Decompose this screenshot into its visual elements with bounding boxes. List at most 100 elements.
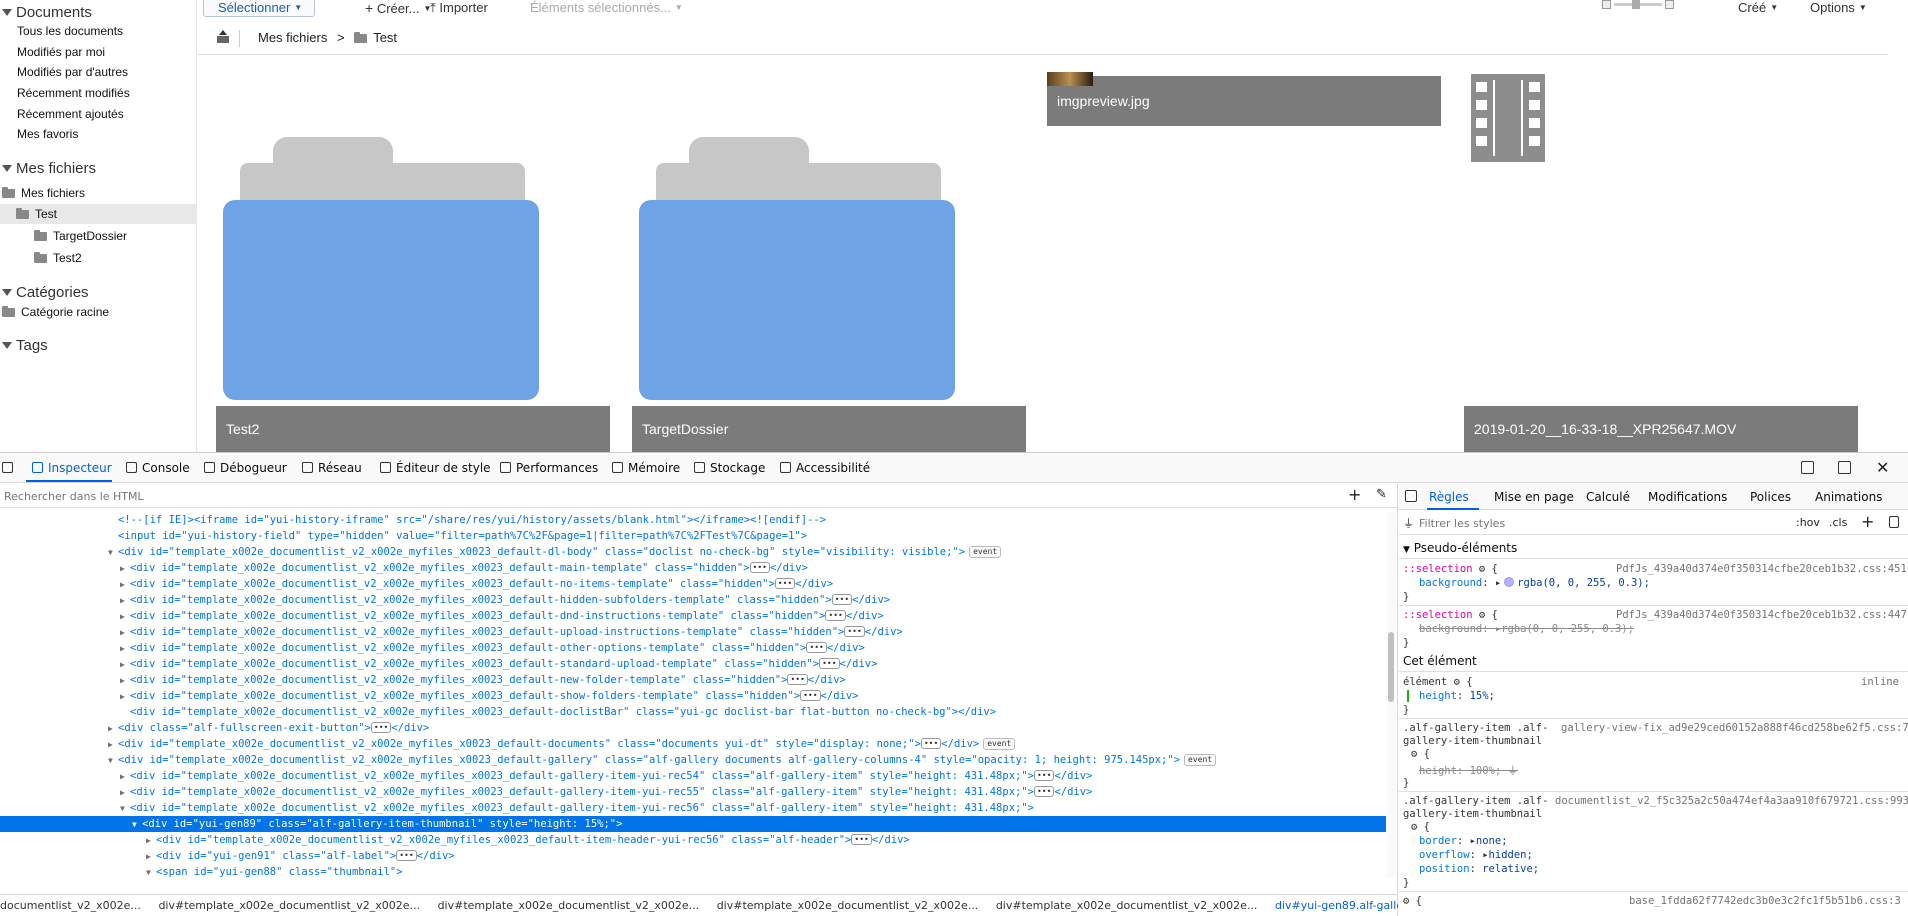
collapse-arrow-icon[interactable]: ▶ (146, 849, 156, 865)
rule-source-link[interactable]: PdfJs_439a40d374e0f350314cfbe20ceb1b32.c… (1616, 609, 1907, 621)
tab-console[interactable]: Console (126, 461, 190, 475)
markup-node[interactable]: ▶ <div id="template_x002e_documentlist_v2… (0, 688, 1386, 704)
collapsed-children-icon[interactable]: ••• (1033, 786, 1055, 797)
gear-icon[interactable]: ⚙ (1479, 563, 1485, 575)
zoom-slider[interactable] (1602, 0, 1674, 10)
collapsed-children-icon[interactable]: ••• (844, 626, 865, 637)
collapsed-children-icon[interactable]: ••• (1033, 770, 1055, 781)
tab-accessibility[interactable]: Accessibilité (780, 461, 870, 475)
options-dropdown[interactable]: Options ▼ (1810, 0, 1867, 15)
collapsed-children-icon[interactable]: ••• (819, 658, 840, 669)
collapse-arrow-icon[interactable]: ▶ (120, 609, 130, 625)
collapse-arrow-icon[interactable]: ▶ (108, 721, 118, 737)
parent-folder-icon[interactable] (216, 30, 230, 44)
tab-network[interactable]: Réseau (302, 461, 362, 475)
collapsed-children-icon[interactable]: ••• (806, 642, 827, 653)
collapse-arrow-icon[interactable]: ▶ (120, 577, 130, 593)
pseudo-elements-header[interactable]: ▼ Pseudo-éléments (1403, 541, 1517, 555)
event-badge[interactable]: event (983, 738, 1016, 750)
slider-thumb[interactable] (1632, 0, 1640, 9)
collapsed-children-icon[interactable]: ••• (396, 850, 417, 861)
tab-memory[interactable]: Mémoire (612, 461, 680, 475)
tab-performance[interactable]: Performances (500, 461, 598, 475)
filter-recently-modified[interactable]: Récemment modifiés (17, 86, 130, 100)
rule-source-link[interactable]: base_1fdda62f7742edc3b0e3c2fc1f5b51b6.cs… (1629, 895, 1901, 907)
collapse-arrow-icon[interactable]: ▶ (120, 641, 130, 657)
collapse-arrow-icon[interactable]: ▶ (146, 833, 156, 849)
crumb-node-current[interactable]: div#yui-gen89.alf-gallery-item-thumbnail (1275, 899, 1398, 912)
section-categories[interactable]: Catégories (2, 284, 89, 301)
item-label[interactable]: imgpreview.jpg (1047, 76, 1441, 126)
crumb-node[interactable]: div#template_x002e_documentlist_v2_x002e… (996, 899, 1258, 912)
declaration-background[interactable]: background: ▸ rgba(0, 0, 255, 0.3); (1419, 577, 1650, 589)
filter-recently-added[interactable]: Récemment ajoutés (17, 107, 124, 121)
sidebar-toggle-icon[interactable] (1405, 490, 1417, 502)
html-tree[interactable]: <!--[if IE]><iframe id="yui-history-ifra… (0, 512, 1386, 878)
section-my-files[interactable]: Mes fichiers (2, 160, 96, 177)
collapse-arrow-icon[interactable]: ▶ (108, 737, 118, 753)
tab-computed[interactable]: Calculé (1586, 490, 1630, 504)
tab-storage[interactable]: Stockage (694, 461, 765, 475)
tab-rules[interactable]: Règles (1429, 490, 1469, 504)
collapsed-children-icon[interactable]: ••• (920, 738, 942, 749)
collapse-arrow-icon[interactable]: ▶ (120, 769, 130, 785)
tab-changes[interactable]: Modifications (1648, 490, 1727, 504)
tab-style-editor[interactable]: Éditeur de style (380, 461, 491, 475)
filter-styles-input[interactable] (1417, 514, 1717, 532)
tree-item-targetdossier[interactable]: TargetDossier (34, 229, 127, 243)
gear-icon[interactable]: ⚙ (1411, 821, 1417, 833)
crumb-node[interactable]: div#template_x002e_documentlist_v2_x002e… (158, 899, 420, 912)
create-button[interactable]: + Créer... ▼ (365, 0, 431, 16)
item-label[interactable]: TargetDossier (632, 406, 1026, 452)
gear-icon[interactable]: ⚙ (1403, 895, 1409, 907)
hov-toggle[interactable]: :hov (1796, 516, 1820, 529)
markup-node[interactable]: ▶ <div id="template_x002e_documentlist_v2… (0, 608, 1386, 624)
pick-element-icon[interactable] (2, 462, 13, 473)
markup-node[interactable]: ▶ <div id="template_x002e_documentlist_v2… (0, 768, 1386, 784)
markup-node[interactable]: <input id="yui-history-field" type="hidd… (0, 528, 1386, 544)
gear-icon[interactable]: ⚙ (1479, 609, 1485, 621)
markup-node[interactable]: ▶ <div id="template_x002e_documentlist_v2… (0, 672, 1386, 688)
expand-arrow-icon[interactable]: ▼ (146, 865, 156, 878)
add-node-icon[interactable]: + (1348, 485, 1361, 504)
sort-dropdown[interactable]: Créé ▼ (1738, 0, 1778, 15)
expand-arrow-icon[interactable]: ▼ (132, 817, 142, 833)
markup-node[interactable]: ▶ <div id="template_x002e_documentlist_v2… (0, 832, 1386, 848)
filter-modified-by-me[interactable]: Modifiés par moi (17, 45, 105, 59)
filter-favorites[interactable]: Mes favoris (17, 127, 78, 141)
tab-animations[interactable]: Animations (1815, 490, 1882, 504)
filter-icon[interactable]: ⏚ (1508, 765, 1519, 777)
rule-source-link[interactable]: gallery-view-fix_ad9e29ced60152a888f46cd… (1561, 722, 1908, 734)
tree-item-mes-fichiers[interactable]: Mes fichiers (2, 186, 85, 200)
category-root[interactable]: Catégorie racine (2, 305, 109, 319)
breadcrumb-my-files[interactable]: Mes fichiers (258, 30, 327, 45)
dock-icon[interactable] (1801, 461, 1814, 474)
collapsed-children-icon[interactable]: ••• (787, 674, 808, 685)
markup-node[interactable]: ▼ <div id="yui-gen89" class="alf-gallery-… (0, 816, 1386, 832)
expand-arrow-icon[interactable]: ▼ (108, 545, 118, 561)
crumb-node[interactable]: div#template_x002e_documentlist_v2_x002e… (438, 899, 700, 912)
collapse-arrow-icon[interactable]: ▶ (120, 657, 130, 673)
collapsed-children-icon[interactable]: ••• (370, 722, 392, 733)
expand-arrow-icon[interactable]: ▼ (108, 753, 118, 769)
collapse-arrow-icon[interactable]: ▶ (120, 561, 130, 577)
markup-node[interactable]: ▶ <div id="template_x002e_documentlist_v2… (0, 656, 1386, 672)
markup-node[interactable]: ▼ <div id="template_x002e_documentlist_v2… (0, 544, 1386, 560)
collapse-arrow-icon[interactable]: ▶ (120, 673, 130, 689)
markup-node[interactable]: ▶ <div id="template_x002e_documentlist_v2… (0, 592, 1386, 608)
zoom-in-icon[interactable] (1665, 0, 1674, 9)
declaration-height-overridden[interactable]: height: 100%; ⏚ (1419, 763, 1518, 778)
tree-item-test[interactable]: Test (16, 207, 57, 221)
options-icon[interactable] (1838, 461, 1851, 474)
cls-toggle[interactable]: .cls (1829, 516, 1847, 529)
item-label[interactable]: Test2 (216, 406, 610, 452)
tab-debugger[interactable]: Débogueur (204, 461, 287, 475)
markup-node[interactable]: ▶ <div id="template_x002e_documentlist_v2… (0, 624, 1386, 640)
collapse-arrow-icon[interactable]: ▶ (120, 593, 130, 609)
select-dropdown[interactable]: Sélectionner ▼ (203, 0, 315, 17)
html-search-input[interactable] (0, 486, 1300, 506)
event-badge[interactable]: event (969, 546, 1002, 558)
markup-node[interactable]: ▶ <div id="template_x002e_documentlist_v2… (0, 784, 1386, 800)
collapse-arrow-icon[interactable]: ▶ (120, 625, 130, 641)
selected-items-menu[interactable]: Éléments sélectionnés... ▼ (530, 0, 683, 15)
